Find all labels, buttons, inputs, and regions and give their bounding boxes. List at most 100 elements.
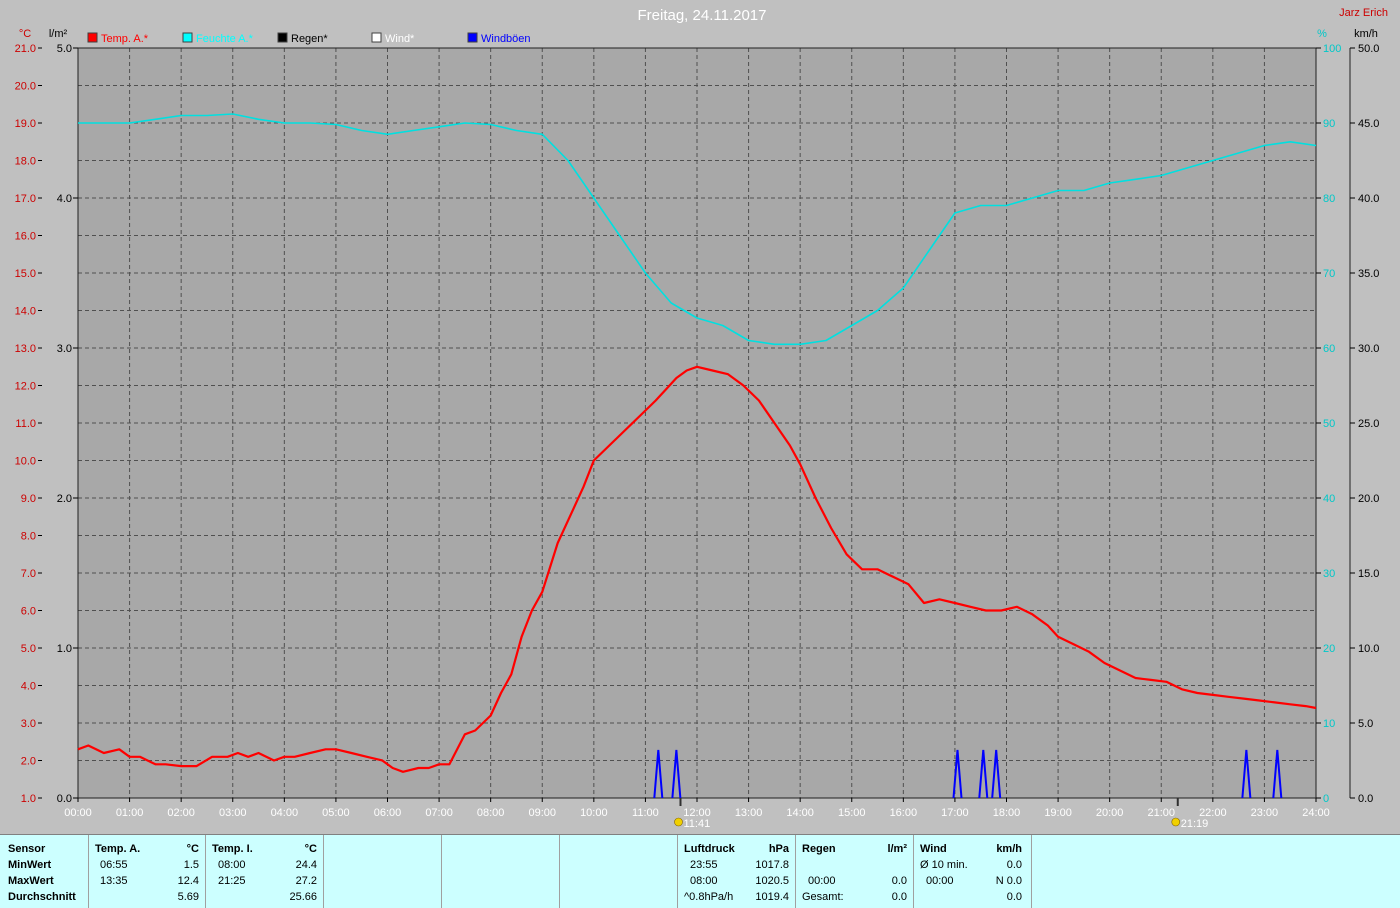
- temp-tick-label: 20.0: [15, 81, 36, 93]
- pressure-max-time: 08:00: [690, 875, 718, 887]
- temp-tick-label: 8.0: [21, 531, 36, 543]
- wind-tick-label: 45.0: [1358, 118, 1379, 130]
- panel-divider: [441, 835, 442, 908]
- panel-divider: [88, 835, 89, 908]
- x-tick-label: 02:00: [167, 807, 195, 819]
- temp-a-avg-value: 5.69: [177, 891, 199, 903]
- legend-swatch: [87, 32, 98, 43]
- humidity-tick-label: 80: [1323, 193, 1335, 205]
- temp-tick-label: 19.0: [15, 118, 36, 130]
- temp-i-avg-value: 25.66: [289, 891, 317, 903]
- wind-tick-label: 0.0: [1358, 793, 1373, 805]
- pressure-trend: ^0.8hPa/h: [684, 891, 734, 903]
- sun-marker-label: 11:41: [683, 818, 710, 830]
- chart-title: Freitag, 24.11.2017: [638, 7, 767, 24]
- x-tick-label: 13:00: [735, 807, 763, 819]
- wind-axis-unit: km/h: [1354, 28, 1378, 40]
- temp-tick-label: 9.0: [21, 493, 36, 505]
- pressure-max-value: 1020.5: [755, 875, 789, 887]
- temp-tick-label: 3.0: [21, 718, 36, 730]
- x-tick-label: 08:00: [477, 807, 505, 819]
- legend-label: Feuchte A.*: [196, 33, 254, 45]
- weather-chart: Freitag, 24.11.2017 Jarz Erich °C l/m² %…: [0, 0, 1400, 833]
- stats-panel: Sensor MinWert MaxWert Durchschnitt Temp…: [0, 834, 1400, 908]
- legend-swatch: [277, 32, 288, 43]
- humidity-tick-label: 60: [1323, 343, 1335, 355]
- rain-total-label: Gesamt:: [802, 891, 844, 903]
- pressure-title: Luftdruck: [684, 843, 735, 855]
- x-tick-label: 06:00: [374, 807, 402, 819]
- wind-tick-label: 50.0: [1358, 43, 1379, 55]
- temp-tick-label: 15.0: [15, 268, 36, 280]
- x-tick-label: 11:00: [632, 807, 659, 819]
- temp-tick-label: 6.0: [21, 606, 36, 618]
- panel-divider: [205, 835, 206, 908]
- temp-tick-label: 17.0: [15, 193, 36, 205]
- temp-a-min-time: 06:55: [100, 859, 128, 871]
- temp-a-title: Temp. A.: [95, 843, 141, 855]
- humidity-tick-label: 30: [1323, 568, 1335, 580]
- rain-max-value: 0.0: [891, 875, 907, 887]
- humidity-tick-label: 40: [1323, 493, 1335, 505]
- wind-title: Wind: [920, 843, 947, 855]
- panel-divider: [913, 835, 914, 908]
- temp-tick-label: 13.0: [15, 343, 36, 355]
- humidity-tick-label: 50: [1323, 418, 1335, 430]
- temp-a-max-time: 13:35: [100, 875, 128, 887]
- x-tick-label: 07:00: [425, 807, 453, 819]
- rain-title: Regen: [802, 843, 836, 855]
- x-tick-label: 21:00: [1147, 807, 1175, 819]
- panel-divider: [559, 835, 560, 908]
- x-tick-label: 05:00: [322, 807, 350, 819]
- temp-tick-label: 4.0: [21, 681, 36, 693]
- x-tick-label: 18:00: [993, 807, 1021, 819]
- humidity-tick-label: 10: [1323, 718, 1335, 730]
- temp-tick-label: 5.0: [21, 643, 36, 655]
- x-tick-label: 19:00: [1044, 807, 1072, 819]
- temp-i-max-time: 21:25: [218, 875, 246, 887]
- humidity-tick-label: 0: [1323, 793, 1329, 805]
- temp-tick-label: 21.0: [15, 43, 36, 55]
- temp-a-max-value: 12.4: [177, 875, 199, 887]
- wind-max-value: N 0.0: [995, 875, 1022, 887]
- humidity-tick-label: 90: [1323, 118, 1335, 130]
- wind-tick-label: 35.0: [1358, 268, 1379, 280]
- temp-tick-label: 16.0: [15, 231, 36, 243]
- panel-divider: [323, 835, 324, 908]
- pressure-min-value: 1017.8: [755, 859, 789, 871]
- panel-divider: [677, 835, 678, 908]
- wind-tick-label: 25.0: [1358, 418, 1379, 430]
- x-tick-label: 15:00: [838, 807, 866, 819]
- x-tick-label: 24:00: [1302, 807, 1330, 819]
- pressure-avg-value: 1019.4: [755, 891, 789, 903]
- wind-tick-label: 5.0: [1358, 718, 1373, 730]
- pressure-unit: hPa: [768, 843, 789, 855]
- wind-tick-label: 30.0: [1358, 343, 1379, 355]
- wind-avg-value: 0.0: [1006, 859, 1022, 871]
- wind-tick-label: 15.0: [1358, 568, 1379, 580]
- sun-icon: [674, 817, 683, 827]
- row-min-label: MinWert: [8, 859, 52, 871]
- sensor-title: Sensor: [8, 843, 46, 855]
- temp-a-min-value: 1.5: [183, 859, 199, 871]
- rain-tick-label: 2.0: [57, 493, 72, 505]
- pressure-min-time: 23:55: [690, 859, 718, 871]
- legend-swatch: [182, 32, 193, 43]
- panel-divider: [1031, 835, 1032, 908]
- rain-tick-label: 5.0: [57, 43, 72, 55]
- sun-icon: [1171, 817, 1181, 827]
- temp-i-max-value: 27.2: [295, 875, 317, 887]
- humidity-tick-label: 20: [1323, 643, 1335, 655]
- rain-max-time: 00:00: [808, 875, 836, 887]
- panel-divider: [795, 835, 796, 908]
- rain-unit: l/m²: [887, 843, 907, 855]
- wind-max-time: 00:00: [926, 875, 954, 887]
- x-tick-label: 01:00: [116, 807, 144, 819]
- wind-unit: km/h: [996, 843, 1022, 855]
- legend-swatch: [371, 32, 382, 43]
- rain-total-value: 0.0: [891, 891, 907, 903]
- rain-tick-label: 1.0: [57, 643, 72, 655]
- wind-avg2-value: 0.0: [1006, 891, 1022, 903]
- wind-tick-label: 20.0: [1358, 493, 1379, 505]
- temp-tick-label: 1.0: [21, 793, 36, 805]
